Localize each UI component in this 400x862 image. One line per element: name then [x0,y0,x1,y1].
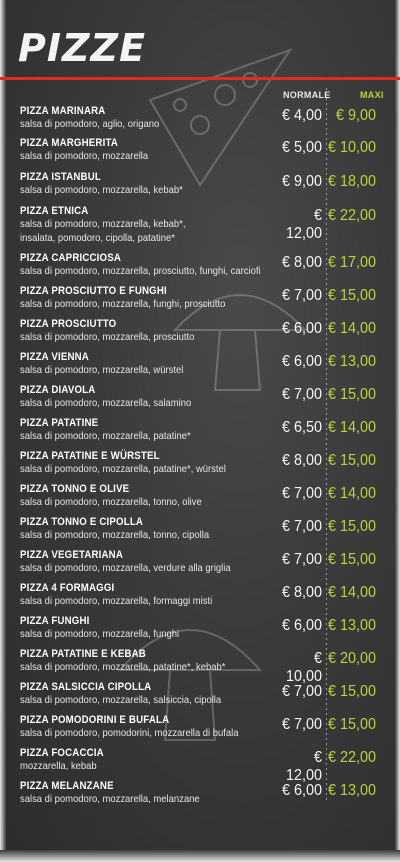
price-normale: € 7,00 [281,287,322,304]
item-description: salsa di pomodoro, aglio, origano [20,118,160,130]
item-description: salsa di pomodoro, mozzarella, kebab* [20,184,183,196]
page-title: Pizze [18,26,147,70]
item-description: salsa di pomodoro, mozzarella, kebab*, i… [20,218,186,244]
item-description: salsa di pomodoro, mozzarella, patatine*… [20,463,226,475]
menu-item: Pizza Etnica salsa di pomodoro, mozzarel… [20,205,380,252]
price-maxi: € 15,00 [327,683,376,700]
item-description: salsa di pomodoro, mozzarella, funghi, p… [20,298,226,310]
item-description: salsa di pomodoro, mozzarella, patatine*… [20,661,226,673]
menu-item: Pizza Salsiccia Cipolla salsa di pomodor… [20,681,380,714]
item-description: salsa di pomodoro, pomodorini, mozzarell… [20,727,239,739]
price-normale: € 6,00 [281,782,322,799]
item-description: salsa di pomodoro, mozzarella, prosciutt… [20,265,261,277]
item-description: salsa di pomodoro, mozzarella, tonno, ol… [20,496,202,508]
item-description: salsa di pomodoro, mozzarella, funghi [20,628,180,640]
menu-item: Pizza Marinara salsa di pomodoro, aglio,… [20,105,380,137]
menu-item: Pizza 4 Formaggi salsa di pomodoro, mozz… [20,582,380,615]
menu-item: Pizza Tonno e Olive salsa di pomodoro, m… [20,483,380,516]
item-description: salsa di pomodoro, mozzarella, patatine* [20,430,191,442]
price-normale: € 9,00 [281,173,322,190]
column-header-maxi: MAXI [360,90,384,100]
menu-item: Pizza Diavola salsa di pomodoro, mozzare… [20,384,380,417]
price-normale: € 4,00 [281,107,322,124]
item-description: salsa di pomodoro, mozzarella, salamino [20,397,192,409]
menu-item: Pizza Capricciosa salsa di pomodoro, moz… [20,252,380,285]
price-normale: € 5,00 [281,139,322,156]
item-description: salsa di pomodoro, mozzarella, melanzane [20,793,200,805]
menu-item: Pizza Prosciutto e Funghi salsa di pomod… [20,285,380,318]
price-maxi: € 13,00 [327,353,376,370]
item-description: mozzarella, kebab [20,760,97,772]
menu-item: Pizza Melanzane salsa di pomodoro, mozza… [20,780,380,813]
price-normale: € 7,00 [281,551,322,568]
price-normale: € 8,00 [281,254,322,271]
title-underline [0,77,400,80]
menu-item: Pizza Vegetariana salsa di pomodoro, moz… [20,549,380,582]
price-maxi: € 14,00 [327,485,376,502]
item-description: salsa di pomodoro, mozzarella, prosciutt… [20,331,195,343]
price-normale: € 6,00 [281,320,322,337]
price-maxi: € 22,00 [327,207,376,224]
price-normale: € 12,00 [285,207,322,242]
paper-edge-bottom [0,850,400,862]
item-description: salsa di pomodoro, mozzarella, würstel [20,364,184,376]
menu-item: Pizza Istanbul salsa di pomodoro, mozzar… [20,171,380,205]
price-maxi: € 20,00 [327,650,376,667]
price-normale: € 8,00 [281,452,322,469]
paper-edge-left [0,0,6,862]
price-maxi: € 15,00 [327,551,376,568]
price-maxi: € 15,00 [327,287,376,304]
price-normale: € 6,50 [281,419,322,436]
menu-item: Pizza Vienna salsa di pomodoro, mozzarel… [20,351,380,384]
price-normale: € 7,00 [281,683,322,700]
price-maxi: € 15,00 [327,518,376,535]
price-maxi: € 17,00 [327,254,376,271]
price-maxi: € 22,00 [327,749,376,766]
price-normale: € 7,00 [281,386,322,403]
price-maxi: € 14,00 [327,419,376,436]
price-normale: € 6,00 [281,353,322,370]
price-maxi: € 15,00 [327,386,376,403]
price-maxi: € 18,00 [327,173,376,190]
price-normale: € 7,00 [281,716,322,733]
item-description: salsa di pomodoro, mozzarella, salsiccia… [20,694,222,706]
menu-item: Pizza Margherita salsa di pomodoro, mozz… [20,137,380,171]
price-normale: € 7,00 [281,518,322,535]
column-header-normale: NORMALE [283,90,331,100]
item-description: salsa di pomodoro, mozzarella, formaggi … [20,595,213,607]
price-maxi: € 14,00 [327,320,376,337]
price-maxi: € 15,00 [327,452,376,469]
menu-list: Pizza Marinara salsa di pomodoro, aglio,… [20,105,380,813]
menu-item: Pizza Prosciutto salsa di pomodoro, mozz… [20,318,380,351]
price-normale: € 6,00 [281,617,322,634]
menu-item: Pizza Patatine e Würstel salsa di pomodo… [20,450,380,483]
price-maxi: € 14,00 [327,584,376,601]
item-description: salsa di pomodoro, mozzarella, tonno, ci… [20,529,210,541]
price-maxi: € 10,00 [327,139,376,156]
price-maxi: € 9,00 [335,107,376,124]
item-description: salsa di pomodoro, mozzarella [20,150,149,162]
price-maxi: € 13,00 [327,617,376,634]
price-maxi: € 15,00 [327,716,376,733]
menu-item: Pizza Tonno e Cipolla salsa di pomodoro,… [20,516,380,549]
menu-item: Pizza Focaccia mozzarella, kebab € 12,00… [20,747,380,784]
menu-item: Pizza Patatine salsa di pomodoro, mozzar… [20,417,380,450]
menu-item: Pizza Funghi salsa di pomodoro, mozzarel… [20,615,380,648]
price-normale: € 8,00 [281,584,322,601]
item-description: salsa di pomodoro, mozzarella, verdure a… [20,562,231,574]
paper-edge-right [395,0,400,862]
menu-item: Pizza Pomodorini e Bufala salsa di pomod… [20,714,380,747]
menu-item: Pizza Patatine e Kebab salsa di pomodoro… [20,648,380,685]
price-maxi: € 13,00 [327,782,376,799]
price-normale: € 7,00 [281,485,322,502]
